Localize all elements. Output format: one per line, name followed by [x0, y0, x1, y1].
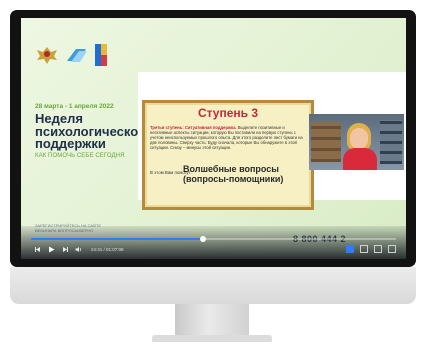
progress-bar[interactable]: [31, 236, 396, 242]
speaker-webcam: [309, 114, 404, 170]
slide-magic-questions: Волшебные вопросы (вопросы-помощники): [183, 164, 284, 184]
chat-icon[interactable]: [346, 245, 354, 253]
speaker-body: [343, 148, 377, 170]
fullscreen-icon[interactable]: [388, 245, 396, 253]
monitor-chin: [10, 267, 416, 304]
settings-icon[interactable]: [360, 245, 368, 253]
skip-forward-icon[interactable]: [61, 245, 69, 253]
progress-fill: [31, 238, 203, 240]
pip-icon[interactable]: [374, 245, 382, 253]
slide-heading: Ступень 3: [197, 106, 259, 120]
volume-icon[interactable]: [75, 245, 83, 253]
logo-row: [35, 44, 107, 66]
slide-body: Третья ступень: Ситуативная поддержка. В…: [150, 125, 305, 150]
play-icon[interactable]: [47, 245, 55, 253]
eagle-emblem-icon: [37, 47, 57, 64]
event-title-line-3: поддержки: [35, 136, 106, 151]
event-subtitle: КАК ПОМОЧЬ СЕБЕ СЕГОДНЯ: [35, 153, 125, 159]
speaker-face: [350, 128, 368, 149]
skip-back-icon[interactable]: [33, 245, 41, 253]
bookshelf-right: [380, 120, 402, 164]
video-player-bar: [21, 226, 406, 259]
monitor-screen: 28 марта - 1 апреля 2022 Неделя психолог…: [21, 18, 406, 259]
player-right-controls: [346, 245, 396, 253]
timecode: 24:41 / 01:07:08: [91, 246, 124, 252]
bookshelf: [311, 122, 341, 162]
event-dates: 28 марта - 1 апреля 2022: [35, 103, 114, 110]
event-title: Неделя психологической поддержки: [35, 112, 155, 151]
progress-handle[interactable]: [199, 236, 206, 242]
monitor-stand: [175, 304, 249, 339]
book-logo-icon: [67, 49, 87, 62]
flag-logo-icon: [95, 44, 107, 66]
presentation-slide: Ступень 3 Третья ступень: Ситуативная по…: [142, 100, 314, 210]
monitor-foot: [152, 335, 272, 342]
player-controls: 24:41 / 01:07:08: [33, 245, 124, 253]
